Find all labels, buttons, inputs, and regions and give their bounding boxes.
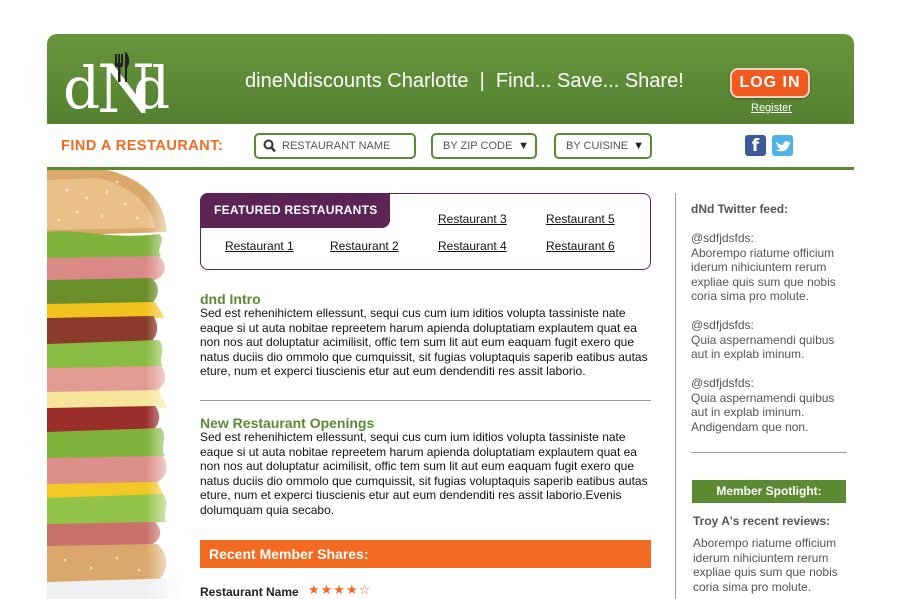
tweet-handle[interactable]: @sdfjdsfds: [691,318,851,333]
logo-mark: d N d [63,51,171,128]
find-restaurant-label: FIND A RESTAURANT: [61,138,224,154]
featured-restaurants-box: FEATURED RESTAURANTS Restaurant 1 Restau… [200,193,651,270]
twitter-icon[interactable] [772,135,793,156]
openings-title: New Restaurant Openings [200,415,375,431]
tweet: @sdfjdsfds: Quia aspernamendi quibus aut… [691,376,851,434]
zip-code-dropdown[interactable]: BY ZIP CODE ▼ [431,133,537,159]
restaurant-name-search[interactable] [254,133,416,159]
restaurant-link[interactable]: Restaurant 2 [330,239,399,253]
recent-shares-header: Recent Member Shares: [200,540,651,568]
restaurant-link[interactable]: Restaurant 6 [546,239,615,253]
restaurant-link[interactable]: Restaurant 3 [438,212,507,226]
cuisine-dropdown[interactable]: BY CUISINE ▼ [554,133,652,159]
restaurant-name-input[interactable] [282,138,412,154]
tweet-text: Quia aspernamendi quibus aut in explab i… [691,332,835,362]
cuisine-label: BY CUISINE [566,140,629,152]
caret-down-icon: ▼ [518,140,529,152]
tweet: @sdfjdsfds: Aborempo riatume officium id… [691,231,851,304]
facebook-icon[interactable]: f [745,135,766,156]
tweet-handle[interactable]: @sdfjdsfds: [691,231,851,246]
caret-down-icon: ▼ [633,140,644,152]
section-divider [200,400,651,401]
tweet-text: Aborempo riatume officium iderum nihiciu… [691,245,836,304]
svg-text:d: d [63,54,99,120]
site-tagline: dineNdiscounts Charlotte | Find... Save.… [245,70,684,92]
shared-restaurant-name[interactable]: Restaurant Name [200,585,299,599]
site-header: dNd d N d dineNdiscounts Charlotte | Fin… [47,34,854,128]
login-button[interactable]: LOG IN [730,68,810,98]
twitter-feed-title: dNd Twitter feed: [691,202,789,216]
restaurant-link[interactable]: Restaurant 4 [438,239,507,253]
zip-code-label: BY ZIP CODE [443,140,513,152]
logo[interactable]: dNd d N d [63,48,171,128]
tweet-handle[interactable]: @sdfjdsfds: [691,376,851,391]
column-divider [675,193,676,599]
featured-restaurants-tab: FEATURED RESTAURANTS [200,193,390,228]
member-spotlight-header: Member Spotlight: [692,480,846,503]
sandwich-image [47,170,179,599]
restaurant-link[interactable]: Restaurant 5 [546,212,615,226]
spotlight-review-text: Aborempo riatume officium iderum nihiciu… [693,536,838,594]
tweet-text: Quia aspernamendi quibus aut in explab i… [691,390,835,434]
register-link[interactable]: Register [751,102,792,114]
twitter-bird-icon [776,141,791,152]
spotlight-review-title: Troy A's recent reviews: [693,514,831,528]
search-icon [263,139,276,153]
intro-title: dnd Intro [200,291,261,307]
svg-text:d: d [133,54,169,120]
openings-body: Sed est rehenihictem ellessunt, sequi cu… [200,430,648,517]
star-rating: ★★★★☆ [308,583,372,598]
tweet: @sdfjdsfds: Quia aspernamendi quibus aut… [691,318,851,362]
intro-body: Sed est rehenihictem ellessunt, sequi cu… [200,306,648,379]
search-bar: FIND A RESTAURANT: BY ZIP CODE ▼ BY CUIS… [47,124,854,169]
sidebar-divider [691,452,847,453]
restaurant-link[interactable]: Restaurant 1 [225,239,294,253]
